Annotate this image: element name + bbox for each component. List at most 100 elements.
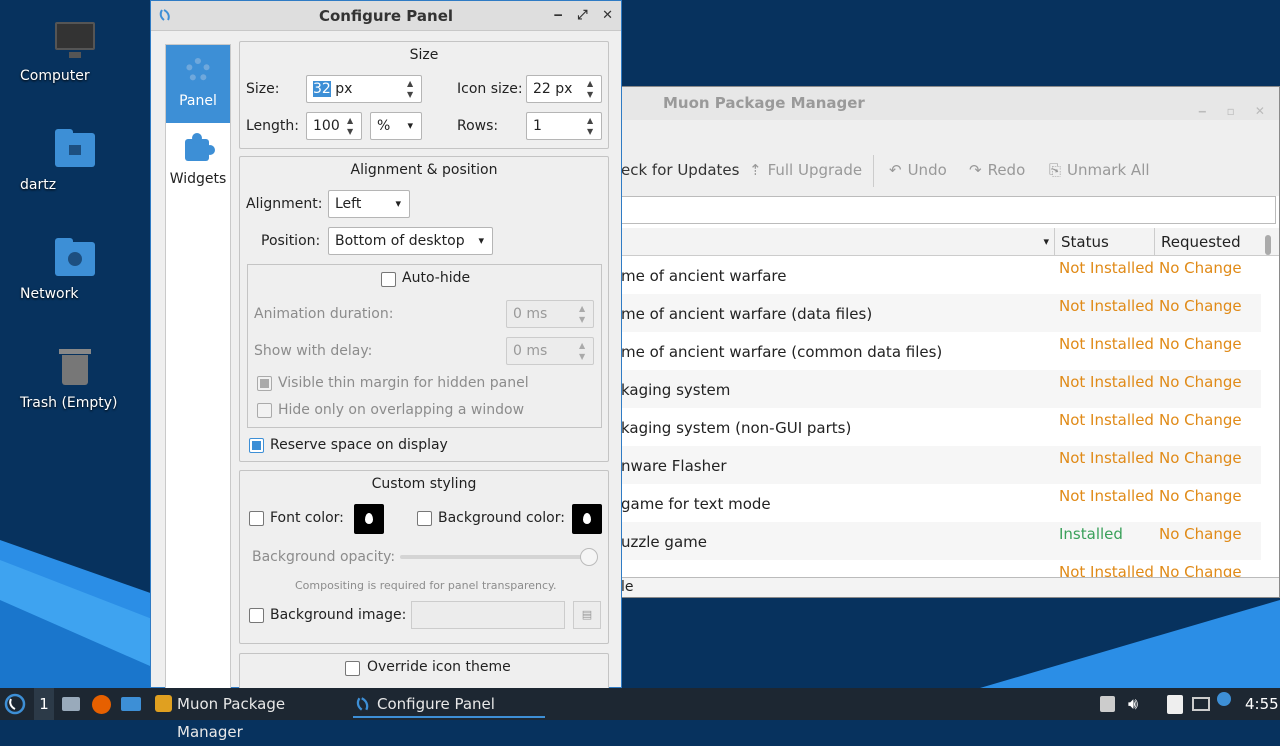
alignment-value: Left [335,196,362,212]
desktop-icon-label: dartz [20,177,57,193]
config-sidebar: Panel Widgets [165,44,231,690]
spin-arrows-icon[interactable]: ▲ ▼ [407,78,417,100]
autohide-label: Auto-hide [402,270,471,286]
animation-duration-spinbox[interactable]: 0 ms ▲ ▼ [506,300,594,328]
column-header-status[interactable]: Status [1054,228,1154,256]
spin-arrows-icon[interactable]: ▲ ▼ [579,303,589,325]
table-row[interactable]: nware Flasher Not Installed No Change [621,446,1261,484]
muon-titlebar[interactable]: Muon Package Manager ‒ ▫ ✕ [621,87,1279,120]
open-file-icon[interactable]: ▤ [573,601,601,629]
minimize-icon[interactable]: ‒ [554,8,563,23]
workspace-switcher[interactable]: 1 [34,688,54,720]
length-unit-combo[interactable]: % ▾ [370,112,422,140]
full-upgrade-label: Full Upgrade [767,161,863,179]
position-combo[interactable]: Bottom of desktop ▾ [328,227,493,255]
rows-value: 1 [533,118,542,134]
sidebar-item-panel[interactable]: Panel [166,45,230,123]
table-row[interactable]: kaging system Not Installed No Change [621,370,1261,408]
network-tray-icon[interactable] [1192,688,1212,720]
volume-icon[interactable]: 🔊︎ [1128,688,1148,720]
package-requested: No Change [1159,373,1242,391]
package-name: nware Flasher [621,457,727,475]
firefox-icon[interactable] [92,688,112,720]
group-title: Size [409,47,439,63]
redo-button[interactable]: ↷ Redo [969,161,1025,179]
muon-window[interactable]: Muon Package Manager ‒ ▫ ✕ eck for Updat… [620,86,1280,598]
column-header-name[interactable]: ▾ [621,228,1057,256]
font-color-button[interactable] [354,504,384,534]
package-search-input[interactable] [621,196,1276,224]
file-manager-icon[interactable] [62,688,82,720]
clock[interactable]: 4:55 [1245,688,1279,720]
puzzle-icon [181,131,215,165]
table-row[interactable]: me of ancient warfare Not Installed No Cha… [621,256,1261,294]
icon-size-value: 22 px [533,81,573,97]
redo-label: Redo [987,161,1026,179]
spin-arrows-icon[interactable]: ▲ ▼ [347,115,357,137]
bg-color-checkbox[interactable] [417,511,432,526]
reserve-space-checkbox[interactable] [249,438,264,453]
bg-opacity-slider[interactable] [400,555,596,559]
check-updates-button[interactable]: eck for Updates [621,161,739,179]
eject-icon[interactable] [1098,688,1118,720]
styling-group: Custom styling Font color: Background co… [239,470,609,644]
group-title: Alignment & position [350,162,498,178]
desktop-icon-computer[interactable]: Computer [20,18,130,84]
overlap-checkbox[interactable] [257,403,272,418]
task-configure-panel[interactable]: Configure Panel [353,690,545,718]
column-header-requested[interactable]: Requested [1154,228,1264,256]
bg-color-button[interactable] [572,504,602,534]
desktop-icon-label: Trash (Empty) [20,395,118,411]
bg-image-path-input[interactable] [411,601,565,629]
show-delay-value: 0 ms [513,343,548,359]
undo-label: Undo [907,161,947,179]
override-icon-label: Override icon theme [367,659,511,675]
override-icon-checkbox[interactable] [345,661,360,676]
alignment-combo[interactable]: Left ▾ [328,190,410,218]
muon-toolbar [621,120,1279,196]
table-row[interactable]: kaging system (non-GUI parts) Not Install… [621,408,1261,446]
desktop-icon-network[interactable]: Network [20,236,130,302]
sidebar-item-widgets[interactable]: Widgets [166,123,230,201]
package-name: me of ancient warfare (common data files… [621,343,943,361]
length-spinbox[interactable]: 100 ▲ ▼ [306,112,362,140]
desktop-icon[interactable] [121,688,143,720]
show-delay-spinbox[interactable]: 0 ms ▲ ▼ [506,337,594,365]
desktop-icon-home[interactable]: dartz [20,127,130,193]
table-row[interactable]: uzzle game Installed No Change [621,522,1261,560]
close-icon[interactable]: ✕ [602,8,613,23]
package-requested: No Change [1159,411,1242,429]
package-status: Not Installed [1059,297,1154,315]
slider-knob[interactable] [580,548,598,566]
table-row[interactable]: game for text mode Not Installed No Change [621,484,1261,522]
undo-button[interactable]: ↶ Undo [889,161,947,179]
unmark-all-button[interactable]: ⎘ Unmark All [1049,161,1150,179]
package-requested: No Change [1159,335,1242,353]
desktop-icon-trash[interactable]: Trash (Empty) [20,345,130,411]
table-scrollbar[interactable] [1265,235,1271,255]
maximize-icon[interactable]: ⤢ [577,8,587,23]
table-row[interactable]: Not Installed No Change [621,560,1261,578]
task-muon[interactable]: Muon Package Manager [153,690,343,741]
configure-panel-titlebar[interactable]: Configure Panel ‒ ⤢ ✕ [151,1,621,31]
clipboard-icon[interactable] [1166,688,1186,720]
font-color-label: Font color: [270,510,344,526]
bg-image-checkbox[interactable] [249,608,264,623]
spin-arrows-icon[interactable]: ▲ ▼ [587,78,597,100]
rows-spinbox[interactable]: 1 ▲ ▼ [526,112,602,140]
start-menu-icon[interactable] [4,688,28,720]
font-color-checkbox[interactable] [249,511,264,526]
icon-size-spinbox[interactable]: 22 px ▲ ▼ [526,75,602,103]
table-row[interactable]: me of ancient warfare (data files) Not In… [621,294,1261,332]
size-spinbox[interactable]: 32 px ▲ ▼ [306,75,422,103]
spin-arrows-icon[interactable]: ▲ ▼ [579,340,589,362]
update-notifier-icon[interactable] [1216,688,1234,720]
autohide-checkbox[interactable] [381,272,396,287]
monitor-icon [53,18,97,62]
full-upgrade-button[interactable]: ⇡ Full Upgrade [749,161,862,179]
table-row[interactable]: me of ancient warfare (common data files… [621,332,1261,370]
compositing-note: Compositing is required for panel transp… [295,579,557,592]
spin-arrows-icon[interactable]: ▲ ▼ [587,115,597,137]
configure-panel-window[interactable]: Configure Panel ‒ ⤢ ✕ Panel Widgets Size… [150,0,622,693]
thin-margin-checkbox[interactable] [257,376,272,391]
